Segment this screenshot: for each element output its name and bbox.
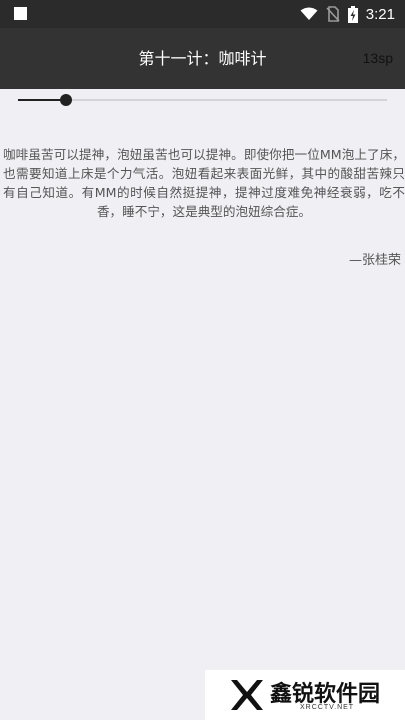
- slider-track[interactable]: [18, 99, 387, 101]
- font-size-slider[interactable]: [18, 90, 387, 110]
- app-bar: 第十一计：咖啡计 13sp: [0, 28, 405, 89]
- font-size-label[interactable]: 13sp: [363, 28, 393, 89]
- slider-fill: [18, 99, 66, 101]
- notification-square-icon: [14, 7, 27, 20]
- wifi-icon: [300, 7, 318, 20]
- watermark-logo-icon: [231, 680, 263, 710]
- watermark: 鑫锐软件园 XRCCTV.NET: [205, 670, 405, 720]
- status-time: 3:21: [365, 5, 395, 23]
- status-bar: 3:21: [0, 0, 405, 28]
- no-sim-icon: [326, 6, 340, 22]
- page-title: 第十一计：咖啡计: [138, 49, 267, 68]
- battery-charging-icon: [347, 5, 358, 23]
- article-author: —张桂荣: [348, 253, 401, 268]
- article-text: 咖啡虽苦可以提神，泡妞虽苦也可以提神。即使你把一位MM泡上了床，也需要知道上床是…: [3, 147, 405, 219]
- status-icons: 3:21: [300, 0, 395, 28]
- watermark-subtitle: XRCCTV.NET: [300, 704, 355, 711]
- slider-thumb[interactable]: [60, 94, 72, 106]
